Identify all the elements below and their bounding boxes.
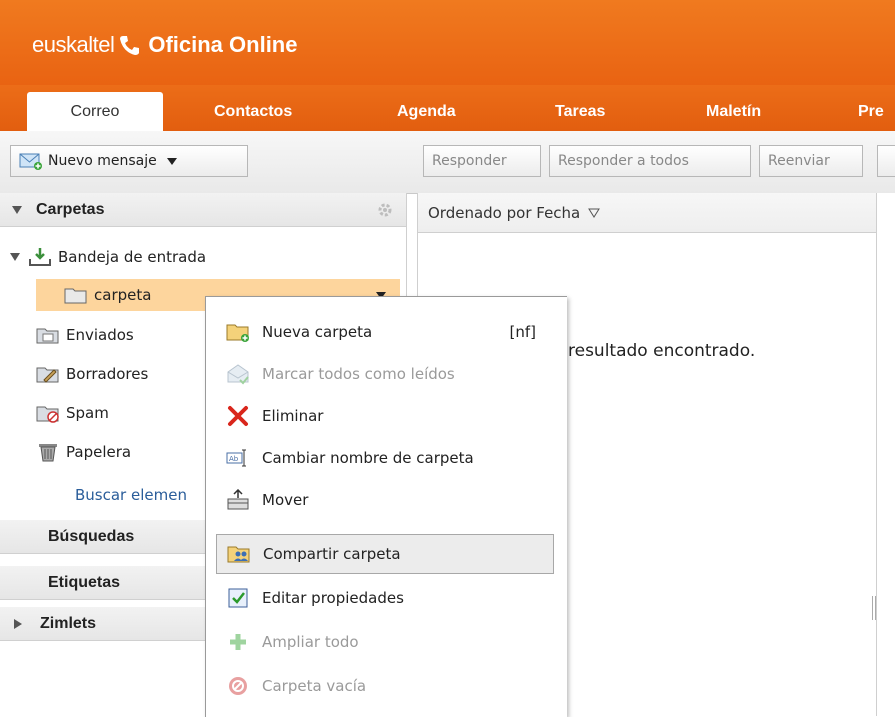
mark-all-read-label: Marcar todos como leídos	[262, 365, 455, 383]
trash-label: Papelera	[66, 443, 132, 461]
trash-icon	[39, 444, 57, 462]
menu-item-delete[interactable]: Eliminar	[216, 396, 554, 436]
reading-pane	[876, 193, 895, 716]
mark-read-icon	[227, 364, 249, 385]
folders-header-label: Carpetas	[36, 200, 105, 218]
tree-item-spam[interactable]: Spam	[36, 398, 109, 428]
new-message-label: Nuevo mensaje	[48, 153, 157, 169]
tab-agenda[interactable]: Agenda	[397, 92, 456, 131]
menu-item-mark-all-read[interactable]: Marcar todos como leídos	[216, 354, 554, 394]
svg-text:Ab: Ab	[229, 455, 239, 463]
menu-item-share-folder[interactable]: Compartir carpeta	[216, 534, 554, 574]
more-toolbar-button[interactable]	[877, 145, 895, 177]
move-icon	[227, 489, 249, 510]
sort-header[interactable]: Ordenado por Fecha	[418, 193, 877, 233]
phone-logo-icon	[120, 36, 140, 55]
chevron-down-icon[interactable]	[166, 157, 177, 165]
inbox-label: Bandeja de entrada	[58, 248, 207, 266]
delete-label: Eliminar	[262, 407, 324, 425]
search-items-label: Buscar elemen	[75, 486, 187, 504]
brand-name: euskaltel	[32, 32, 115, 57]
folder-context-menu: Nueva carpeta [nf] Marcar todos como leí…	[205, 296, 567, 717]
expand-triangle-icon[interactable]	[14, 618, 22, 629]
tree-item-drafts[interactable]: Borradores	[36, 359, 148, 389]
sort-label: Ordenado por Fecha	[428, 203, 581, 222]
delete-x-icon	[228, 406, 248, 426]
tab-tareas[interactable]: Tareas	[555, 92, 605, 131]
sent-label: Enviados	[66, 326, 134, 344]
carpeta-row-content: carpeta	[64, 280, 151, 310]
searches-label: Búsquedas	[48, 527, 135, 545]
new-message-button[interactable]: Nuevo mensaje	[10, 145, 248, 177]
tab-correo[interactable]: Correo	[27, 92, 163, 131]
menu-item-edit-properties[interactable]: Editar propiedades	[216, 578, 554, 618]
tab-contactos[interactable]: Contactos	[214, 92, 292, 131]
folder-icon	[64, 288, 87, 304]
new-folder-label: Nueva carpeta	[262, 323, 373, 341]
brand-logo[interactable]: euskaltel Oficina Online	[32, 30, 297, 60]
tab-maletin[interactable]: Maletín	[706, 92, 761, 131]
tags-label: Etiquetas	[48, 573, 121, 591]
reply-all-button[interactable]: Responder a todos	[549, 145, 751, 177]
zimlets-label: Zimlets	[40, 614, 97, 632]
app-header: euskaltel Oficina Online	[0, 0, 895, 85]
drafts-folder-icon	[36, 367, 59, 383]
menu-item-empty-folder[interactable]: Carpeta vacía	[216, 666, 554, 706]
main-tabs: Correo Contactos Agenda Tareas Maletín P…	[0, 85, 895, 131]
reply-button[interactable]: Responder	[423, 145, 541, 177]
drafts-label: Borradores	[66, 365, 149, 383]
menu-item-expand-all[interactable]: Ampliar todo	[216, 622, 554, 662]
expand-all-label: Ampliar todo	[262, 633, 359, 651]
rename-folder-label: Cambiar nombre de carpeta	[262, 449, 474, 467]
gear-icon[interactable]	[376, 201, 394, 219]
product-name: Oficina Online	[148, 32, 298, 57]
tree-item-inbox[interactable]: Bandeja de entrada	[10, 242, 206, 272]
search-items-link[interactable]: Buscar elemen	[75, 480, 187, 510]
expand-triangle-icon[interactable]	[10, 253, 20, 261]
new-folder-shortcut: [nf]	[509, 323, 537, 341]
folders-section-header[interactable]: Carpetas	[0, 193, 406, 227]
envelope-icon	[19, 153, 42, 170]
spam-folder-icon	[36, 406, 59, 423]
sent-folder-icon	[36, 328, 59, 344]
share-folder-icon	[227, 546, 250, 563]
spam-label: Spam	[66, 404, 109, 422]
empty-folder-icon	[229, 677, 247, 695]
menu-item-move[interactable]: Mover	[216, 480, 554, 520]
tab-preferencias[interactable]: Pre	[858, 92, 884, 131]
rename-icon: Ab	[226, 449, 246, 467]
edit-properties-icon	[228, 588, 248, 608]
carpeta-label: carpeta	[94, 286, 152, 304]
forward-button[interactable]: Reenviar	[759, 145, 863, 177]
sort-descending-icon[interactable]	[588, 208, 601, 218]
expand-plus-icon	[230, 634, 246, 650]
menu-item-new-folder[interactable]: Nueva carpeta [nf]	[216, 312, 554, 352]
collapse-triangle-icon[interactable]	[12, 205, 22, 214]
inbox-icon	[29, 248, 51, 266]
menu-item-rename-folder[interactable]: Ab Cambiar nombre de carpeta	[216, 438, 554, 478]
share-folder-label: Compartir carpeta	[263, 545, 401, 563]
mail-toolbar: Nuevo mensaje Responder Responder a todo…	[0, 131, 895, 194]
edit-properties-label: Editar propiedades	[262, 589, 404, 607]
new-folder-icon	[226, 324, 249, 342]
pane-splitter-handle[interactable]	[872, 596, 878, 620]
tree-item-trash[interactable]: Papelera	[36, 437, 131, 467]
empty-folder-label: Carpeta vacía	[262, 677, 367, 695]
no-results-message: resultado encontrado.	[568, 341, 756, 361]
move-label: Mover	[262, 491, 309, 509]
tree-item-sent[interactable]: Enviados	[36, 320, 134, 350]
